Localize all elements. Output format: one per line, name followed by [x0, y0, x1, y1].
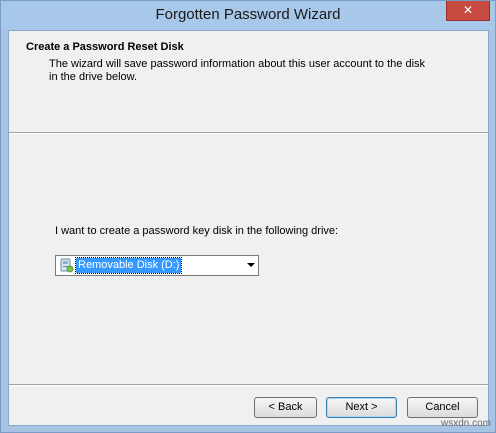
- removable-drive-icon: [60, 258, 74, 273]
- chevron-down-icon[interactable]: [247, 263, 255, 267]
- wizard-header: Create a Password Reset Disk The wizard …: [9, 31, 488, 132]
- drive-select[interactable]: Removable Disk (D:): [55, 255, 259, 276]
- cancel-button[interactable]: Cancel: [407, 397, 478, 418]
- window-title: Forgotten Password Wizard: [155, 6, 341, 23]
- close-button[interactable]: ✕: [446, 1, 490, 21]
- wizard-content: Create a Password Reset Disk The wizard …: [8, 30, 489, 426]
- drive-prompt-label: I want to create a password key disk in …: [55, 225, 339, 237]
- back-button[interactable]: < Back: [254, 397, 317, 418]
- header-divider: [9, 132, 488, 134]
- footer-divider: [9, 384, 488, 386]
- drive-select-value: Removable Disk (D:): [74, 257, 183, 274]
- watermark: wsxdn.com: [440, 418, 491, 429]
- page-title: Create a Password Reset Disk: [26, 41, 184, 53]
- title-bar[interactable]: Forgotten Password Wizard ✕: [1, 1, 495, 30]
- page-description: The wizard will save password informatio…: [49, 58, 426, 83]
- next-button[interactable]: Next >: [326, 397, 397, 418]
- wizard-window: Forgotten Password Wizard ✕ Create a Pas…: [0, 0, 496, 433]
